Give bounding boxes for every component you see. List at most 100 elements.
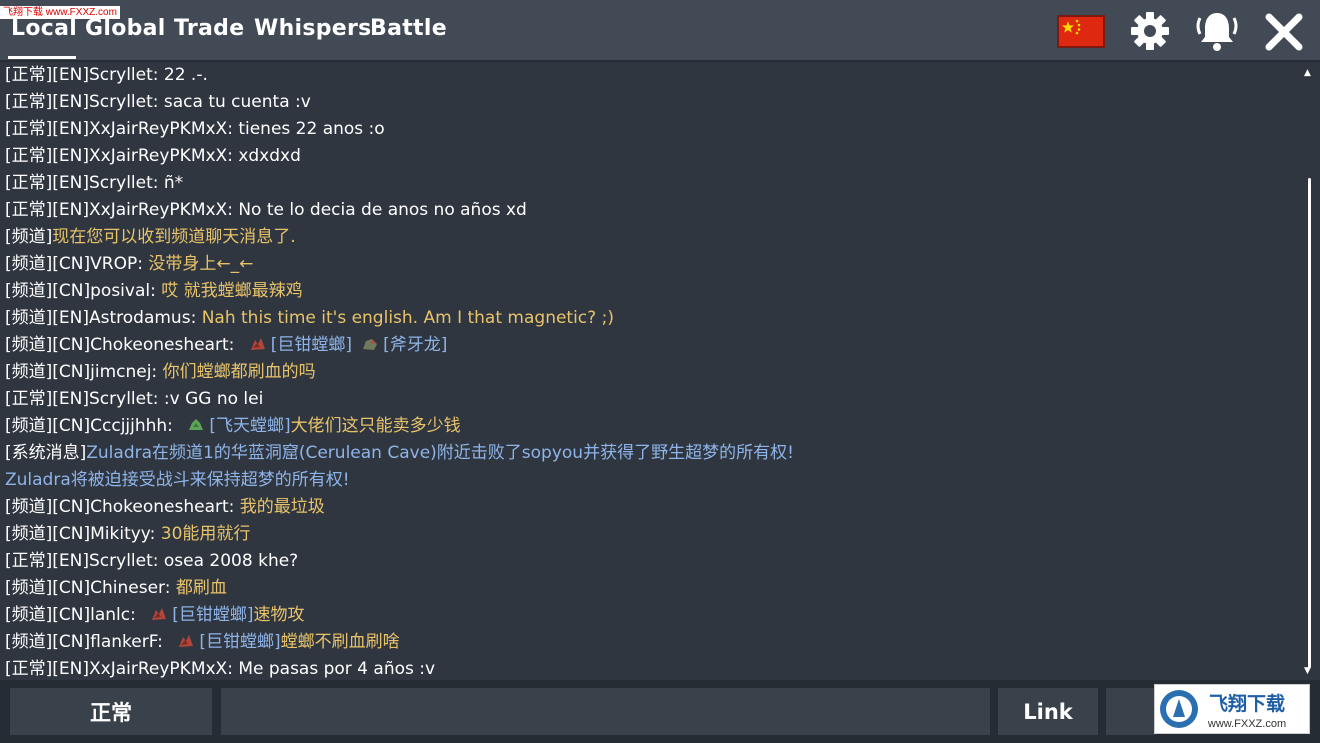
link-button[interactable]: Link: [998, 688, 1098, 735]
message-sender[interactable]: posival:: [90, 281, 161, 301]
tab-whispers[interactable]: Whispers: [254, 16, 372, 41]
scroll-down-arrow-icon[interactable]: ▼: [1304, 666, 1311, 676]
chat-message: [频道]现在您可以收到频道聊天消息了.: [5, 224, 296, 251]
chat-message: [正常][EN]XxJairReyPKMxX: xdxdxd: [5, 143, 301, 170]
message-tag: [正常][EN]: [5, 65, 89, 85]
message-tag: [频道][CN]: [5, 281, 91, 301]
chat-message: [频道][CN]lanlc: [巨钳螳螂]速物攻: [5, 602, 305, 629]
message-tag: [频道][EN]: [5, 308, 89, 328]
message-sender[interactable]: XxJairReyPKMxX:: [89, 200, 238, 220]
chat-message: [频道][EN]Astrodamus: Nah this time it's e…: [5, 305, 614, 332]
message-sender[interactable]: jimcnej:: [90, 362, 162, 382]
chat-message: [系统消息]Zuladra在频道1的华蓝洞窟(Cerulean Cave)附近击…: [5, 440, 794, 467]
message-sender[interactable]: Astrodamus:: [89, 308, 202, 328]
message-sender[interactable]: lanlc:: [90, 605, 141, 625]
message-tag: [频道][CN]: [5, 632, 91, 652]
chat-message: Zuladra将被迫接受战斗来保持超梦的所有权!: [5, 467, 350, 494]
message-sender[interactable]: Mikityy:: [90, 524, 161, 544]
gear-icon[interactable]: [1130, 11, 1170, 55]
message-tag: [系统消息]: [5, 443, 87, 463]
message-body: xdxdxd: [238, 146, 301, 166]
message-body: saca tu cuenta :v: [163, 92, 311, 112]
chat-scrollbar[interactable]: ▲ ▼: [1302, 62, 1316, 680]
message-body: 螳螂不刷血刷啥: [280, 632, 400, 652]
scrollbar-thumb[interactable]: [1308, 178, 1311, 668]
chat-message: [频道][CN]Chokeonesheart: 我的最垃圾: [5, 494, 325, 521]
message-tag: [频道][CN]: [5, 497, 91, 517]
pokemon-link[interactable]: [巨钳螳螂]: [199, 632, 280, 652]
send-button[interactable]: [1106, 688, 1156, 735]
message-body: Zuladra在频道1的华蓝洞窟(Cerulean Cave)附近击败了sopy…: [86, 443, 794, 463]
message-tag: [频道][CN]: [5, 578, 91, 598]
scroll-up-arrow-icon[interactable]: ▲: [1304, 68, 1311, 78]
message-sender[interactable]: Scryllet:: [89, 92, 164, 112]
chat-message: [正常][EN]Scryllet: :v GG no lei: [5, 386, 263, 413]
pokemon-link[interactable]: [巨钳螳螂]: [271, 335, 352, 355]
pokemon-link[interactable]: [巨钳螳螂]: [172, 605, 253, 625]
pokemon-sprite-icon: [149, 604, 169, 624]
pokemon-sprite-icon: [176, 631, 196, 651]
watermark-text: 飞翔下载: [1209, 692, 1285, 715]
message-sender[interactable]: XxJairReyPKMxX:: [89, 659, 238, 679]
chat-message: [正常][EN]XxJairReyPKMxX: Me pasas por 4 a…: [5, 656, 435, 680]
message-body: 哎 就我螳螂最辣鸡: [161, 281, 303, 301]
message-tag: [频道][CN]: [5, 254, 91, 274]
message-sender[interactable]: XxJairReyPKMxX:: [89, 119, 238, 139]
message-sender[interactable]: Chokeonesheart:: [90, 335, 240, 355]
message-sender[interactable]: Scryllet:: [89, 65, 164, 85]
tab-global[interactable]: Global: [85, 16, 166, 41]
message-tag: [正常][EN]: [5, 119, 89, 139]
chat-message: [正常][EN]XxJairReyPKMxX: tienes 22 anos :…: [5, 116, 385, 143]
message-body: tienes 22 anos :o: [238, 119, 385, 139]
pokemon-sprite-icon: [248, 334, 268, 354]
tab-local[interactable]: Local: [11, 16, 77, 41]
message-sender[interactable]: flankerF:: [90, 632, 168, 652]
chat-message: [频道][CN]Mikityy: 30能用就行: [5, 521, 250, 548]
chat-log[interactable]: [正常][EN]Scryllet: 22 .-. [正常][EN]Scrylle…: [0, 62, 1320, 680]
message-body: Nah this time it's english. Am I that ma…: [201, 308, 614, 328]
pokemon-link[interactable]: [飞天螳螂]: [209, 416, 290, 436]
message-sender[interactable]: Scryllet:: [89, 173, 164, 193]
message-sender[interactable]: Chineser:: [90, 578, 176, 598]
message-sender[interactable]: XxJairReyPKMxX:: [89, 146, 238, 166]
tab-trade[interactable]: Trade: [174, 16, 244, 41]
chat-message: [正常][EN]XxJairReyPKMxX: No te lo decia d…: [5, 197, 527, 224]
china-flag-icon[interactable]: [1057, 15, 1105, 48]
message-body: No te lo decia de anos no años xd: [238, 200, 527, 220]
channel-select-button[interactable]: 正常: [10, 688, 212, 735]
message-body: :v GG no lei: [163, 389, 264, 409]
bell-icon[interactable]: [1194, 10, 1240, 58]
message-body: 30能用就行: [160, 524, 251, 544]
message-tag: [正常][EN]: [5, 551, 89, 571]
message-tag: [频道]: [5, 227, 53, 247]
message-sender[interactable]: VROP:: [90, 254, 148, 274]
message-tag: [频道][CN]: [5, 362, 91, 382]
watermark-url: www.FXXZ.com: [1207, 718, 1286, 730]
message-sender[interactable]: Chokeonesheart:: [90, 497, 240, 517]
tab-battle[interactable]: Battle: [370, 16, 447, 41]
message-body: 都刷血: [175, 578, 227, 598]
message-body: 我的最垃圾: [239, 497, 325, 517]
pokemon-sprite-icon: [186, 415, 206, 435]
watermark-logo: 飞翔下载 www.FXXZ.com: [1154, 684, 1310, 734]
message-tag: [频道][CN]: [5, 335, 91, 355]
chat-message: [正常][EN]Scryllet: saca tu cuenta :v: [5, 89, 311, 116]
chat-message: [频道][CN]flankerF: [巨钳螳螂]螳螂不刷血刷啥: [5, 629, 400, 656]
bottom-bar: 正常 Link: [0, 680, 1320, 743]
pokemon-link[interactable]: [斧牙龙]: [383, 335, 447, 355]
message-tag: [频道][CN]: [5, 524, 91, 544]
message-sender[interactable]: Scryllet:: [89, 551, 164, 571]
chat-input[interactable]: [221, 688, 990, 735]
chat-message: [正常][EN]Scryllet: ñ*: [5, 170, 183, 197]
message-body: 你们螳螂都刷血的吗: [162, 362, 316, 382]
message-tag: [频道][CN]: [5, 605, 91, 625]
message-sender[interactable]: Cccjjjhhh:: [90, 416, 178, 436]
message-tag: [频道][CN]: [5, 416, 91, 436]
message-tag: [正常][EN]: [5, 659, 89, 679]
message-body: Zuladra将被迫接受战斗来保持超梦的所有权!: [5, 470, 350, 490]
message-body: 现在您可以收到频道聊天消息了.: [52, 227, 296, 247]
close-icon[interactable]: [1264, 12, 1304, 56]
message-tag: [正常][EN]: [5, 200, 89, 220]
message-sender[interactable]: Scryllet:: [89, 389, 164, 409]
message-body: 速物攻: [253, 605, 305, 625]
